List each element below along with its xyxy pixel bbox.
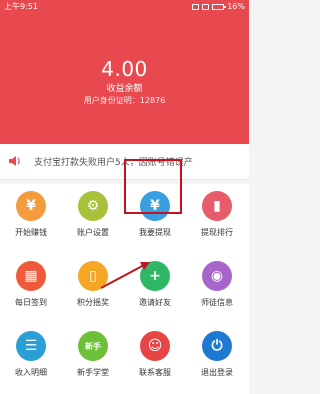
annotation-arrow-icon <box>100 262 150 289</box>
